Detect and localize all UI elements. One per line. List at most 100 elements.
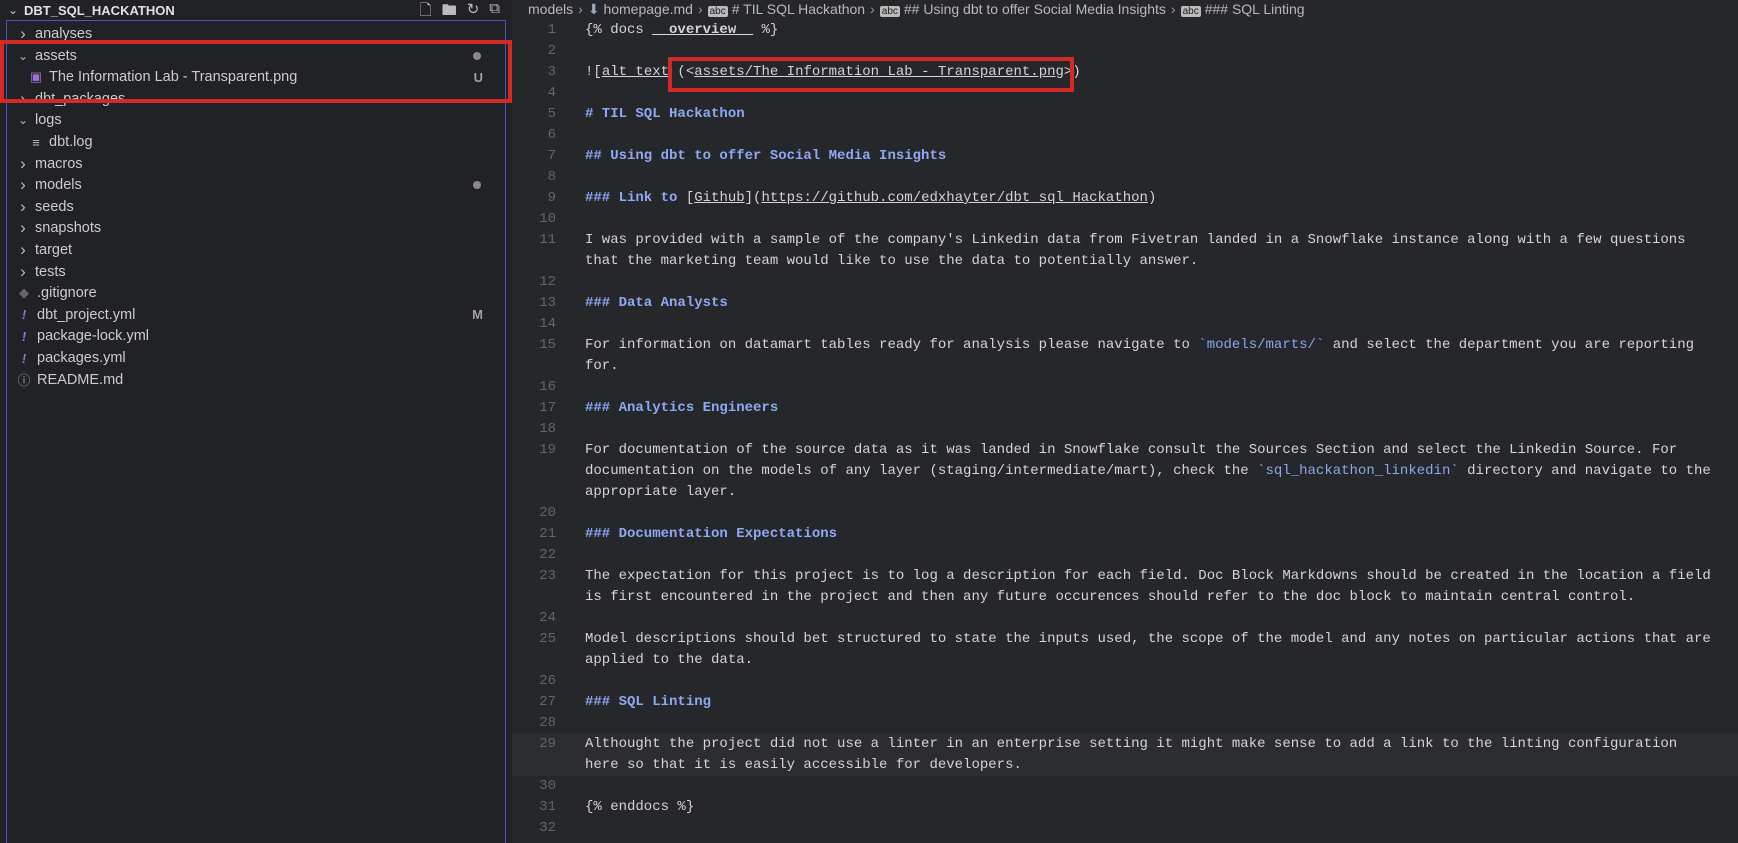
- code-line[interactable]: 19 For documentation of the source data a…: [512, 440, 1738, 461]
- code-line[interactable]: 16: [512, 377, 1738, 398]
- code-line[interactable]: 8: [512, 167, 1738, 188]
- breadcrumb-item[interactable]: ⬇ homepage.md: [588, 1, 693, 18]
- breadcrumb-label: ### SQL Linting: [1204, 1, 1305, 17]
- code-line[interactable]: 11 I was provided with a sample of the co…: [512, 230, 1738, 251]
- tree-item-target[interactable]: › target: [7, 238, 505, 262]
- explorer-sidebar: ⌄ DBT_SQL_HACKATHON 🗋 🖿 ↻ ⧉ › analyses ⌄ as…: [0, 0, 512, 843]
- code-line[interactable]: 13 ### Data Analysts: [512, 293, 1738, 314]
- symbol-string-icon: abc: [1180, 6, 1201, 17]
- code-line[interactable]: 22: [512, 545, 1738, 566]
- tree-item-tests[interactable]: › tests: [7, 260, 505, 284]
- code-line[interactable]: that the marketing team would like to us…: [512, 251, 1738, 272]
- tree-item-package-lock-yml[interactable]: ! package-lock.yml: [7, 324, 505, 348]
- tree-item-label: dbt.log: [49, 134, 93, 150]
- breadcrumb-item[interactable]: abc # TIL SQL Hackathon: [707, 1, 866, 17]
- code-token: Model descriptions should bet structured…: [585, 631, 1711, 647]
- tree-item-seeds[interactable]: › seeds: [7, 195, 505, 219]
- line-number: 28: [539, 715, 556, 731]
- code-line[interactable]: 24: [512, 608, 1738, 629]
- yaml-file-icon: !: [21, 307, 27, 323]
- line-number: 30: [539, 778, 556, 794]
- line-number: 18: [539, 421, 556, 437]
- line-text: # TIL SQL Hackathon: [585, 104, 745, 125]
- code-line[interactable]: 5 # TIL SQL Hackathon: [512, 104, 1738, 125]
- tree-item-snapshots[interactable]: › snapshots: [7, 216, 505, 240]
- chevron-right-icon: ›: [20, 240, 26, 259]
- code-line[interactable]: 29 Althought the project did not use a li…: [512, 734, 1738, 755]
- line-text: For information on datamart tables ready…: [585, 335, 1694, 356]
- tree-item-label: models: [35, 177, 82, 194]
- line-text: documentation on the models of any layer…: [585, 461, 1711, 482]
- tree-item-logs[interactable]: ⌄ logs: [7, 108, 505, 132]
- code-line[interactable]: applied to the data.: [512, 650, 1738, 671]
- code-token: {% enddocs %}: [585, 799, 695, 815]
- tree-item-macros[interactable]: › macros: [7, 152, 505, 176]
- code-line[interactable]: 31 {% enddocs %}: [512, 797, 1738, 818]
- code-line[interactable]: 27 ### SQL Linting: [512, 692, 1738, 713]
- line-text: here so that it is easily accessible for…: [585, 755, 1022, 776]
- line-text: {% enddocs %}: [585, 797, 694, 818]
- code-line[interactable]: 1 {% docs __overview__ %}: [512, 20, 1738, 41]
- breadcrumb-item[interactable]: models: [528, 1, 573, 17]
- line-number: 9: [547, 190, 556, 206]
- line-text: ## Using dbt to offer Social Media Insig…: [585, 146, 946, 167]
- code-token: ![: [585, 64, 602, 80]
- tree-item-label: target: [35, 242, 73, 258]
- code-line[interactable]: 15 For information on datamart tables rea…: [512, 335, 1738, 356]
- tree-item-dbt-packages[interactable]: › dbt_packages: [7, 87, 505, 111]
- code-line[interactable]: for.: [512, 356, 1738, 377]
- tree-item-dbt-log[interactable]: ≡ dbt.log: [7, 130, 505, 154]
- tree-item-dbt-project-yml[interactable]: ! dbt_project.yml M: [7, 303, 505, 327]
- code-line[interactable]: 4: [512, 83, 1738, 104]
- code-line[interactable]: 10: [512, 209, 1738, 230]
- git-status-badge: U: [473, 69, 483, 85]
- code-line[interactable]: 7 ## Using dbt to offer Social Media Insi…: [512, 146, 1738, 167]
- line-number: 29: [539, 736, 556, 752]
- code-token: %}: [753, 22, 779, 38]
- code-line[interactable]: 18: [512, 419, 1738, 440]
- line-text: The expectation for this project is to l…: [585, 566, 1711, 587]
- code-line[interactable]: 3 ![alt text (<assets/The Information Lab…: [512, 62, 1738, 83]
- breadcrumb-label: # TIL SQL Hackathon: [731, 1, 866, 17]
- code-line[interactable]: 14: [512, 314, 1738, 335]
- tree-item-models[interactable]: › models: [7, 173, 505, 197]
- code-line[interactable]: 17 ### Analytics Engineers: [512, 398, 1738, 419]
- code-line[interactable]: 9 ### Link to [Github](https://github.com…: [512, 188, 1738, 209]
- chevron-right-icon: ›: [697, 1, 703, 17]
- editor[interactable]: models › ⬇ homepage.md › abc # TIL SQL Hackat…: [512, 0, 1738, 843]
- code-token: `models/marts/`: [1198, 337, 1325, 353]
- breadcrumb-item[interactable]: abc ### SQL Linting: [1180, 1, 1305, 17]
- tree-item-readme-md[interactable]: ⓘ README.md: [7, 368, 505, 392]
- code-area[interactable]: 1 {% docs __overview__ %} 2 3 ![alt text (<a…: [512, 20, 1738, 839]
- code-line[interactable]: 32: [512, 818, 1738, 839]
- tree-item-the-information-lab-transparent-png[interactable]: ▣ The Information Lab - Transparent.png U: [7, 65, 505, 89]
- code-token: Althought the project did not use a lint…: [585, 736, 1678, 752]
- tree-item-packages-yml[interactable]: ! packages.yml: [7, 346, 505, 370]
- code-line[interactable]: 6: [512, 125, 1738, 146]
- code-line[interactable]: 28: [512, 713, 1738, 734]
- code-line[interactable]: 26: [512, 671, 1738, 692]
- explorer-header[interactable]: ⌄ DBT_SQL_HACKATHON 🗋 🖿 ↻ ⧉: [0, 0, 512, 20]
- line-number: 19: [539, 442, 556, 458]
- code-line[interactable]: 30: [512, 776, 1738, 797]
- code-line[interactable]: 25 Model descriptions should bet structur…: [512, 629, 1738, 650]
- line-text: ### Data Analysts: [585, 293, 728, 314]
- code-token: ### SQL Linting: [585, 694, 712, 710]
- code-line[interactable]: 2: [512, 41, 1738, 62]
- code-line[interactable]: 12: [512, 272, 1738, 293]
- code-line[interactable]: appropriate layer.: [512, 482, 1738, 503]
- line-text: I was provided with a sample of the comp…: [585, 230, 1686, 251]
- code-line[interactable]: here so that it is easily accessible for…: [512, 755, 1738, 776]
- tree-item--gitignore[interactable]: ◆ .gitignore: [7, 281, 505, 305]
- code-line[interactable]: 23 The expectation for this project is to…: [512, 566, 1738, 587]
- code-line[interactable]: documentation on the models of any layer…: [512, 461, 1738, 482]
- code-line[interactable]: 20: [512, 503, 1738, 524]
- code-token: for.: [585, 358, 619, 374]
- tree-item-assets[interactable]: ⌄ assets: [7, 44, 505, 68]
- git-status-badge: M: [472, 307, 483, 323]
- tree-item-analyses[interactable]: › analyses: [7, 22, 505, 46]
- code-line[interactable]: 21 ### Documentation Expectations: [512, 524, 1738, 545]
- line-number: 15: [539, 337, 556, 353]
- breadcrumb-item[interactable]: abc ## Using dbt to offer Social Media In…: [879, 1, 1166, 17]
- code-line[interactable]: is first encountered in the project and …: [512, 587, 1738, 608]
